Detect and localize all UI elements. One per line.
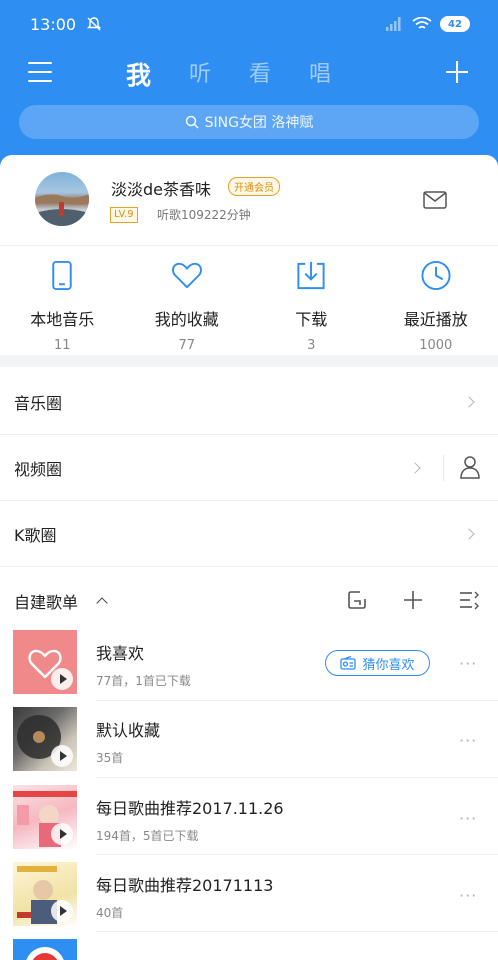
playlist-header: 自建歌单 bbox=[0, 569, 498, 627]
quick-link-label: 我的收藏 bbox=[154, 310, 219, 329]
playlist-cover[interactable] bbox=[13, 939, 77, 960]
more-icon[interactable]: ··· bbox=[459, 886, 477, 905]
quick-link-count: 1000 bbox=[419, 338, 453, 353]
phone-icon bbox=[52, 260, 72, 291]
radio-icon bbox=[340, 656, 357, 670]
playlist-meta: 35首 bbox=[96, 751, 124, 765]
play-icon[interactable] bbox=[51, 823, 73, 845]
playlist-cover[interactable] bbox=[13, 707, 77, 771]
k-song-circle-row[interactable]: K歌圈 bbox=[0, 501, 498, 567]
quick-link-label: 下载 bbox=[295, 310, 328, 329]
playlist-meta: 194首，5首已下载 bbox=[96, 829, 199, 843]
guess-button-label: 猜你喜欢 bbox=[362, 657, 415, 673]
quick-link-count: 3 bbox=[307, 338, 316, 353]
tab-listen[interactable]: 听 bbox=[189, 56, 211, 92]
quick-link-downloads[interactable]: 下载 3 bbox=[249, 246, 374, 353]
chevron-right-icon bbox=[463, 396, 475, 408]
music-circle-row[interactable]: 音乐圈 bbox=[0, 369, 498, 435]
row-label: 音乐圈 bbox=[14, 393, 63, 413]
status-time: 13:00 bbox=[30, 14, 77, 34]
row-label: 视频圈 bbox=[14, 459, 63, 479]
add-playlist-icon[interactable] bbox=[402, 589, 424, 611]
quick-links: 本地音乐 11 我的收藏 77 下载 3 最近播放 1000 bbox=[0, 245, 498, 353]
battery-indicator: 42 bbox=[440, 16, 470, 32]
playlist-name: 我喜欢 bbox=[96, 644, 145, 663]
more-icon[interactable]: ··· bbox=[459, 809, 477, 828]
playlist-item[interactable]: 我喜欢 77首，1首已下载 猜你喜欢 ··· bbox=[0, 630, 498, 707]
playlist-cover[interactable] bbox=[13, 785, 77, 849]
playlist-item[interactable] bbox=[0, 939, 498, 960]
divider bbox=[96, 700, 498, 701]
profile-section[interactable]: 淡淡de茶香味 开通会员 LV.9 听歌109222分钟 bbox=[0, 155, 498, 245]
menu-icon[interactable] bbox=[28, 62, 52, 84]
playlist-item[interactable]: 每日歌曲推荐2017.11.26 194首，5首已下载 ··· bbox=[0, 785, 498, 862]
quick-link-label: 最近播放 bbox=[403, 310, 468, 329]
status-right: 42 bbox=[386, 16, 470, 32]
app-header: 13:00 42 我 听 看 唱 SING女团 洛神赋 bbox=[0, 0, 498, 168]
manage-list-icon[interactable] bbox=[458, 589, 480, 611]
playlist-cover[interactable] bbox=[13, 862, 77, 926]
playlist-cover[interactable] bbox=[13, 630, 77, 694]
play-icon[interactable] bbox=[51, 668, 73, 690]
person-icon[interactable] bbox=[459, 455, 481, 479]
content-card: 淡淡de茶香味 开通会员 LV.9 听歌109222分钟 本地音乐 11 我的收… bbox=[0, 155, 498, 960]
search-bar[interactable]: SING女团 洛神赋 bbox=[19, 105, 479, 139]
playlist-name: 每日歌曲推荐2017.11.26 bbox=[96, 799, 284, 818]
avatar[interactable] bbox=[35, 172, 89, 226]
quick-link-count: 11 bbox=[53, 338, 71, 353]
wifi-icon bbox=[412, 17, 432, 29]
chevron-right-icon bbox=[409, 462, 421, 474]
mute-bell-icon bbox=[86, 17, 102, 31]
vip-badge[interactable]: 开通会员 bbox=[228, 177, 280, 196]
guess-you-like-button[interactable]: 猜你喜欢 bbox=[325, 650, 430, 676]
chevron-up-icon[interactable] bbox=[96, 597, 108, 609]
play-icon[interactable] bbox=[51, 745, 73, 767]
mail-icon[interactable] bbox=[423, 191, 447, 209]
listen-time: 听歌109222分钟 bbox=[157, 208, 251, 222]
playlist-item[interactable]: 默认收藏 35首 ··· bbox=[0, 707, 498, 784]
level-badge: LV.9 bbox=[110, 207, 138, 223]
tab-watch[interactable]: 看 bbox=[249, 56, 271, 92]
playlist-meta: 40首 bbox=[96, 906, 124, 920]
row-label: K歌圈 bbox=[14, 525, 57, 545]
playlist-meta: 77首，1首已下载 bbox=[96, 674, 191, 688]
signal-icon bbox=[386, 17, 401, 31]
divider bbox=[96, 777, 498, 778]
more-icon[interactable]: ··· bbox=[459, 654, 477, 673]
quick-link-label: 本地音乐 bbox=[30, 310, 95, 329]
clock-icon bbox=[421, 260, 451, 291]
top-nav: 我 听 看 唱 bbox=[0, 52, 498, 96]
quick-link-favorites[interactable]: 我的收藏 77 bbox=[125, 246, 250, 353]
quick-link-recent[interactable]: 最近播放 1000 bbox=[374, 246, 498, 353]
status-bar: 13:00 42 bbox=[30, 12, 470, 36]
username[interactable]: 淡淡de茶香味 bbox=[111, 176, 211, 200]
playlist-header-title[interactable]: 自建歌单 bbox=[14, 589, 78, 613]
quick-link-count: 77 bbox=[178, 338, 196, 353]
divider bbox=[96, 931, 498, 932]
play-icon[interactable] bbox=[51, 900, 73, 922]
playlist-item[interactable]: 每日歌曲推荐20171113 40首 ··· bbox=[0, 862, 498, 939]
quick-link-local-music[interactable]: 本地音乐 11 bbox=[0, 246, 125, 353]
import-icon[interactable] bbox=[346, 589, 368, 611]
search-placeholder: SING女团 洛神赋 bbox=[204, 115, 314, 131]
video-circle-row[interactable]: 视频圈 bbox=[0, 435, 498, 501]
download-icon bbox=[297, 261, 325, 290]
chevron-right-icon bbox=[463, 528, 475, 540]
tab-bar: 我 听 看 唱 bbox=[126, 56, 331, 92]
search-icon bbox=[185, 115, 199, 129]
tab-sing[interactable]: 唱 bbox=[309, 56, 331, 92]
divider bbox=[443, 455, 444, 481]
tab-me[interactable]: 我 bbox=[126, 56, 151, 92]
add-icon[interactable] bbox=[446, 61, 468, 83]
more-icon[interactable]: ··· bbox=[459, 731, 477, 750]
heart-icon bbox=[171, 262, 202, 289]
playlist-name: 默认收藏 bbox=[96, 721, 161, 740]
playlist-name: 每日歌曲推荐20171113 bbox=[96, 876, 274, 895]
section-gap bbox=[0, 355, 498, 367]
divider bbox=[96, 854, 498, 855]
